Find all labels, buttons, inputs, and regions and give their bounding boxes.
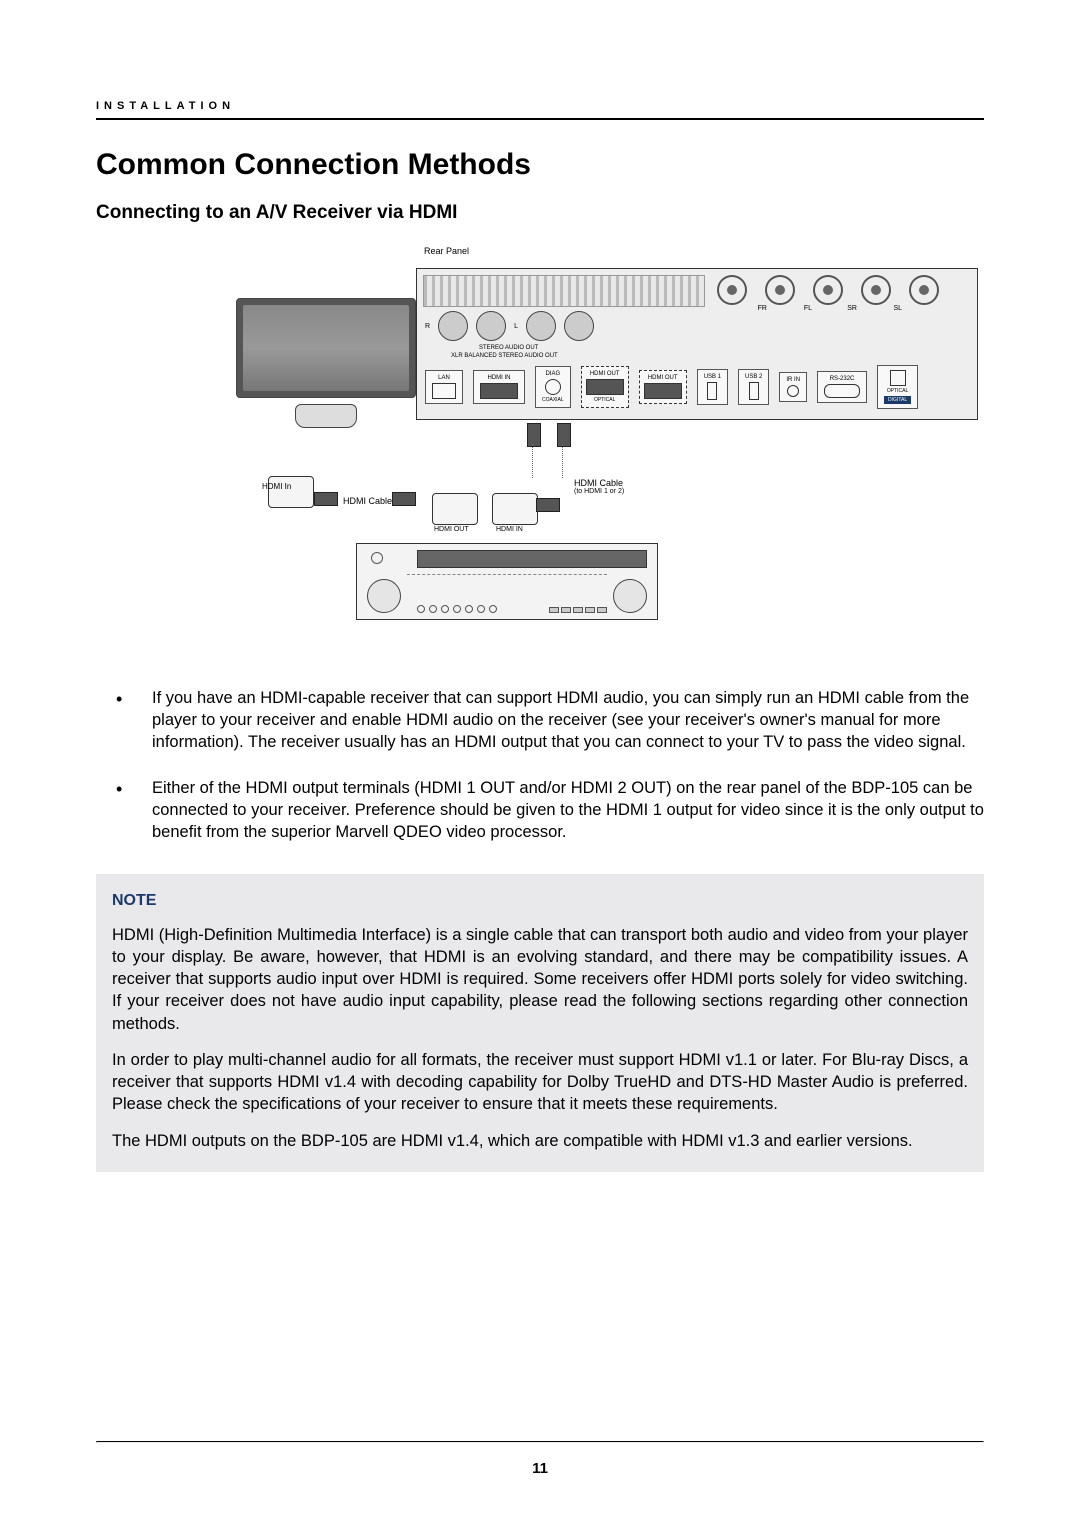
note-box: NOTE HDMI (High-Definition Multimedia In…: [96, 874, 984, 1172]
note-paragraph: In order to play multi-channel audio for…: [112, 1049, 968, 1116]
selector-knob-icon: [613, 579, 647, 613]
list-item: If you have an HDMI-capable receiver tha…: [136, 688, 984, 754]
hdmi-cable-sublabel: (to HDMI 1 or 2): [574, 488, 624, 495]
diag-port: DIAG COAXIAL: [535, 366, 571, 408]
receiver-hdmi-in-port: [492, 493, 538, 525]
hdmi-in-port: HDMI IN: [473, 370, 525, 404]
bullet-list: If you have an HDMI-capable receiver tha…: [96, 688, 984, 844]
tv-hdmi-port: [268, 476, 314, 508]
rear-panel-icon: FR FL SR SL R L STEREO AUDIO OUT XLR BAL…: [416, 268, 978, 420]
ir-in-port: IR IN: [779, 372, 807, 402]
footer-rule: [96, 1441, 984, 1443]
av-receiver-icon: [356, 543, 658, 620]
power-icon: [371, 552, 383, 564]
section-title: Common Connection Methods: [96, 148, 984, 182]
optical-port: OPTICAL DIGITAL: [877, 365, 918, 409]
hdmi-plug-icon: [314, 492, 338, 506]
xlr-row: R L: [425, 311, 594, 341]
xlr-jack-icon: [476, 311, 506, 341]
receiver-controls: [417, 605, 497, 613]
receiver-hdmi-out-label: HDMI OUT: [434, 526, 469, 533]
usb-port: USB 1: [697, 369, 728, 405]
receiver-buttons: [549, 607, 607, 613]
subsection-title: Connecting to an A/V Receiver via HDMI: [96, 202, 984, 224]
rca-jack-icon: [813, 275, 843, 305]
receiver-hdmi-in-label: HDMI IN: [496, 526, 523, 533]
ports-row: LAN HDMI IN DIAG COAXIAL HDMI OUT OPTICA…: [425, 365, 969, 409]
rca-label: FL: [804, 305, 812, 312]
xlr-jack-icon: [564, 311, 594, 341]
hdmi-plug-icon: [557, 423, 571, 447]
rca-jack-icon: [909, 275, 939, 305]
connection-diagram: Rear Panel HDMI In HDMI Cable FR FL SR: [96, 248, 984, 648]
hdmi-plug-icon: [392, 492, 416, 506]
header-rule: [96, 118, 984, 120]
rear-panel-label: Rear Panel: [424, 246, 469, 256]
lan-port: LAN: [425, 370, 463, 404]
hdmi-plug-icon: [536, 498, 560, 512]
tv-icon: [236, 298, 416, 428]
hdmi-cable-label-left: HDMI Cable: [343, 496, 392, 506]
rca-row: [717, 275, 939, 305]
volume-knob-icon: [367, 579, 401, 613]
receiver-hdmi-out-port: [432, 493, 478, 525]
list-item: Either of the HDMI output terminals (HDM…: [136, 778, 984, 844]
hdmi-plug-icon: [527, 423, 541, 447]
stereo-out-label: STEREO AUDIO OUT: [479, 345, 538, 351]
xlr-jack-icon: [526, 311, 556, 341]
rca-label: FR: [758, 305, 767, 312]
document-page: INSTALLATION Common Connection Methods C…: [0, 0, 1080, 1527]
rca-label: SL: [893, 305, 902, 312]
vent-icon: [423, 275, 705, 307]
hdmi-cable-label-right: HDMI Cable: [574, 478, 623, 488]
rca-label: SR: [847, 305, 857, 312]
hdmi-cable-line: [562, 444, 563, 478]
running-head: INSTALLATION: [96, 100, 984, 112]
hdmi-out-port-2: HDMI OUT: [639, 370, 687, 404]
rs232-port: RS-232C: [817, 371, 867, 403]
receiver-display: [417, 550, 647, 568]
note-paragraph: The HDMI outputs on the BDP-105 are HDMI…: [112, 1130, 968, 1152]
usb-port: USB 2: [738, 369, 769, 405]
xlr-jack-icon: [438, 311, 468, 341]
xlr-balanced-label: XLR BALANCED STEREO AUDIO OUT: [451, 353, 558, 359]
hdmi-out-port-1: HDMI OUT OPTICAL: [581, 366, 629, 408]
note-paragraph: HDMI (High-Definition Multimedia Interfa…: [112, 924, 968, 1035]
page-number: 11: [0, 1460, 1080, 1477]
rca-jack-icon: [861, 275, 891, 305]
note-title: NOTE: [112, 892, 968, 910]
hdmi-in-label: HDMI In: [262, 482, 291, 491]
rca-jack-icon: [765, 275, 795, 305]
rca-jack-icon: [717, 275, 747, 305]
hdmi-cable-line: [532, 444, 533, 478]
